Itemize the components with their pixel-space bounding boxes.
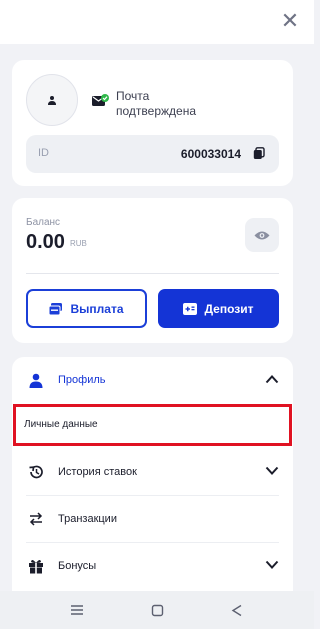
chevron-up-icon[interactable] xyxy=(265,374,279,384)
chevron-down-icon[interactable] xyxy=(265,466,279,476)
mail-verified-icon xyxy=(92,94,109,106)
history-icon xyxy=(29,465,43,479)
chevron-down-icon[interactable] xyxy=(265,560,279,570)
home-nav-icon[interactable] xyxy=(148,601,166,619)
avatar[interactable] xyxy=(26,74,78,126)
menu-item-bonuses[interactable]: Бонусы xyxy=(12,543,293,589)
menu-item-bet-history[interactable]: История ставок xyxy=(12,449,293,495)
submenu-item-label: Личные данные xyxy=(24,419,98,430)
transfer-icon xyxy=(29,512,43,526)
system-nav-bar xyxy=(0,591,314,629)
copy-icon[interactable] xyxy=(253,147,265,160)
user-icon xyxy=(48,96,56,105)
card-plus-icon xyxy=(183,302,198,315)
balance-amount: 0.00 xyxy=(26,231,65,253)
profile-card: Почта подтверждена ID 600033014 xyxy=(12,60,293,186)
menu-item-transactions[interactable]: Транзакции xyxy=(12,496,293,542)
payout-button[interactable]: Выплата xyxy=(26,289,147,328)
eye-icon xyxy=(254,231,270,239)
back-nav-icon[interactable] xyxy=(228,601,246,619)
deposit-label: Депозит xyxy=(204,301,254,316)
close-icon[interactable]: ✕ xyxy=(278,9,302,33)
user-icon xyxy=(29,373,43,388)
payout-label: Выплата xyxy=(70,301,124,316)
wallet-icon xyxy=(49,302,63,315)
id-label: ID xyxy=(38,147,49,159)
gift-icon xyxy=(29,560,43,574)
menu-item-profile[interactable]: Профиль xyxy=(12,357,293,403)
submenu-item-personal-data[interactable]: Личные данные xyxy=(13,404,292,446)
balance-card: Баланс 0.00 RUB Выплата Депозит xyxy=(12,198,293,343)
divider xyxy=(26,273,279,274)
id-row: ID 600033014 xyxy=(26,135,279,173)
menu-nav-icon[interactable] xyxy=(68,601,86,619)
deposit-button[interactable]: Депозит xyxy=(158,289,279,328)
email-status: Почта подтверждена xyxy=(116,89,196,118)
top-bar: ✕ xyxy=(0,0,314,44)
balance-currency: RUB xyxy=(70,239,87,248)
menu-item-label: Профиль xyxy=(58,374,106,386)
balance-label: Баланс xyxy=(26,217,61,228)
menu-item-label: Бонусы xyxy=(58,560,97,572)
menu-item-label: История ставок xyxy=(58,466,137,478)
menu-item-label: Транзакции xyxy=(58,513,117,525)
id-value: 600033014 xyxy=(180,147,241,161)
toggle-balance-visibility-button[interactable] xyxy=(245,218,279,252)
